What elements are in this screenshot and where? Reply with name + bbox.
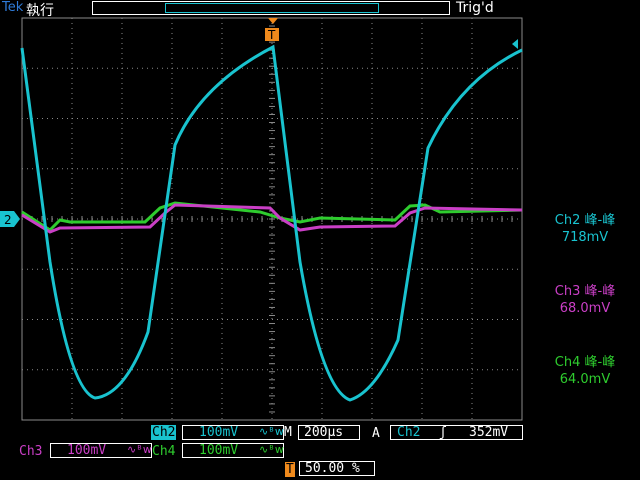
ch2-settings-tag[interactable]: Ch2: [151, 425, 177, 440]
ch2-ground-marker[interactable]: 2: [0, 211, 20, 227]
trigger-position-value: 50.00 %: [305, 461, 360, 476]
trigger-source: Ch2: [397, 425, 421, 440]
trigger-mode: A: [372, 426, 380, 441]
trigger-position-marker[interactable]: T: [265, 18, 279, 42]
trigger-position-box[interactable]: 50.00 %: [299, 461, 375, 476]
timebase-box[interactable]: 200µs: [298, 425, 360, 440]
ch4-name[interactable]: Ch4: [152, 444, 175, 459]
trigger-box[interactable]: Ch2 ʃ 352mV: [390, 425, 523, 440]
ch3-measurement-value: 68.0mV: [559, 301, 611, 316]
ch4-bandwidth-icon: ∿ᴮ𝗐: [259, 443, 284, 456]
ch4-scale: 100mV: [199, 443, 239, 458]
ch2-measurement-value: 718mV: [561, 230, 609, 245]
ch4-settings-box[interactable]: 100mV ∿ᴮ𝗐: [182, 443, 284, 458]
ch3-measurement-label: Ch3 峰-峰: [554, 284, 616, 299]
ch2-measurement-label: Ch2 峰-峰: [554, 213, 616, 228]
ch3-settings-box[interactable]: 100mV ∿ᴮ𝗐: [50, 443, 152, 458]
timebase-value: 200µs: [304, 425, 344, 440]
ch4-measurement-label: Ch4 峰-峰: [554, 355, 616, 370]
graticule: [21, 17, 523, 421]
ch2-measurement: Ch2 峰-峰 718mV: [530, 212, 640, 246]
trigger-level-arrow[interactable]: [512, 39, 518, 49]
ch2-settings-box[interactable]: 100mV ∿ᴮ𝗐: [182, 425, 284, 440]
ch2-scale: 100mV: [199, 425, 239, 440]
trigger-marker-label: T: [267, 28, 276, 42]
trigger-level: 352mV: [469, 425, 509, 440]
top-status-bar: Tek 執行 Trig'd: [0, 0, 640, 19]
ch2-bandwidth-icon: ∿ᴮ𝗐: [259, 425, 284, 438]
ch4-measurement: Ch4 峰-峰 64.0mV: [530, 354, 640, 388]
ch3-measurement: Ch3 峰-峰 68.0mV: [530, 283, 640, 317]
trigger-status: Trig'd: [456, 0, 494, 16]
trigger-position-icon: T: [285, 462, 295, 477]
timebase-prefix: M: [284, 425, 292, 440]
ch3-bandwidth-icon: ∿ᴮ𝗐: [127, 443, 152, 456]
acquisition-state: 執行: [26, 3, 54, 19]
record-window: [165, 3, 379, 13]
ch2-marker-label: 2: [4, 213, 12, 227]
brand-logo: Tek: [2, 0, 24, 15]
trigger-slope-icon: ʃ: [439, 425, 447, 440]
ch3-name[interactable]: Ch3: [19, 444, 42, 459]
ch3-scale: 100mV: [67, 443, 107, 458]
ch4-measurement-value: 64.0mV: [559, 372, 611, 387]
